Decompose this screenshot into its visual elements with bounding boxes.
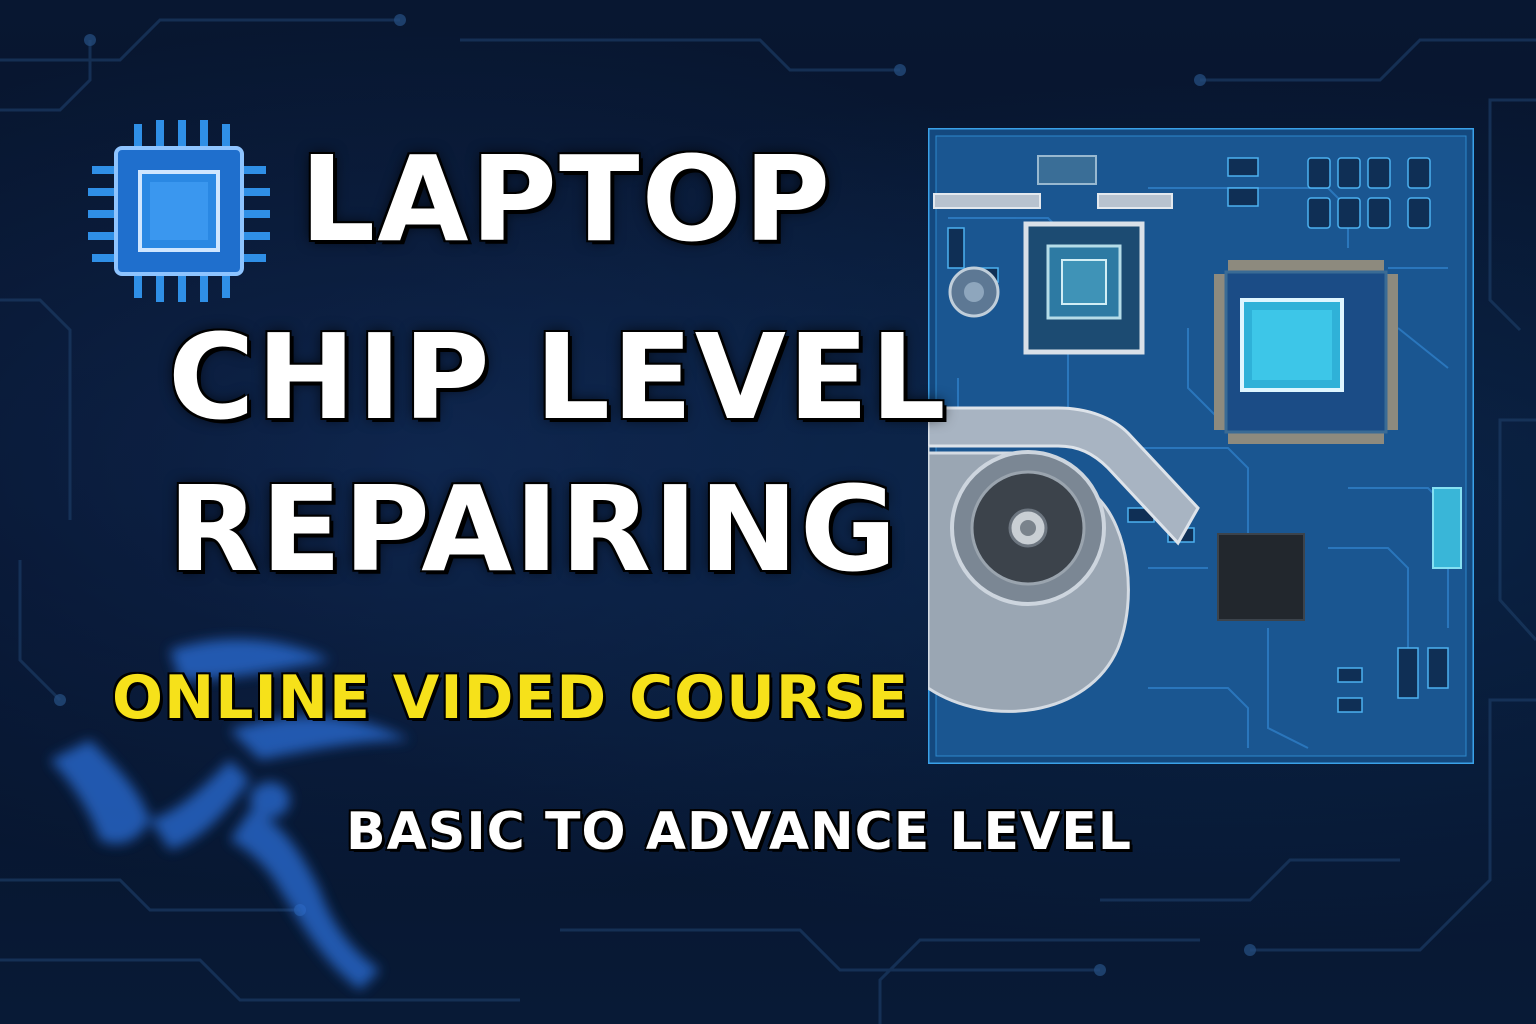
headline-line-1: LAPTOP [300,130,833,268]
tagline: BASIC TO ADVANCE LEVEL [346,802,1132,862]
motherboard-illustration [928,128,1474,764]
blue-figures-decoration [50,639,410,990]
headline-line-3: REPAIRING [168,460,899,598]
headline-line-2: CHIP LEVEL [168,308,948,446]
subtitle: ONLINE VIDED COURSE [112,663,910,733]
thumbnail-canvas: LAPTOP CHIP LEVEL REPAIRING ONLINE VIDED… [0,0,1536,1024]
chip-icon [88,120,270,302]
